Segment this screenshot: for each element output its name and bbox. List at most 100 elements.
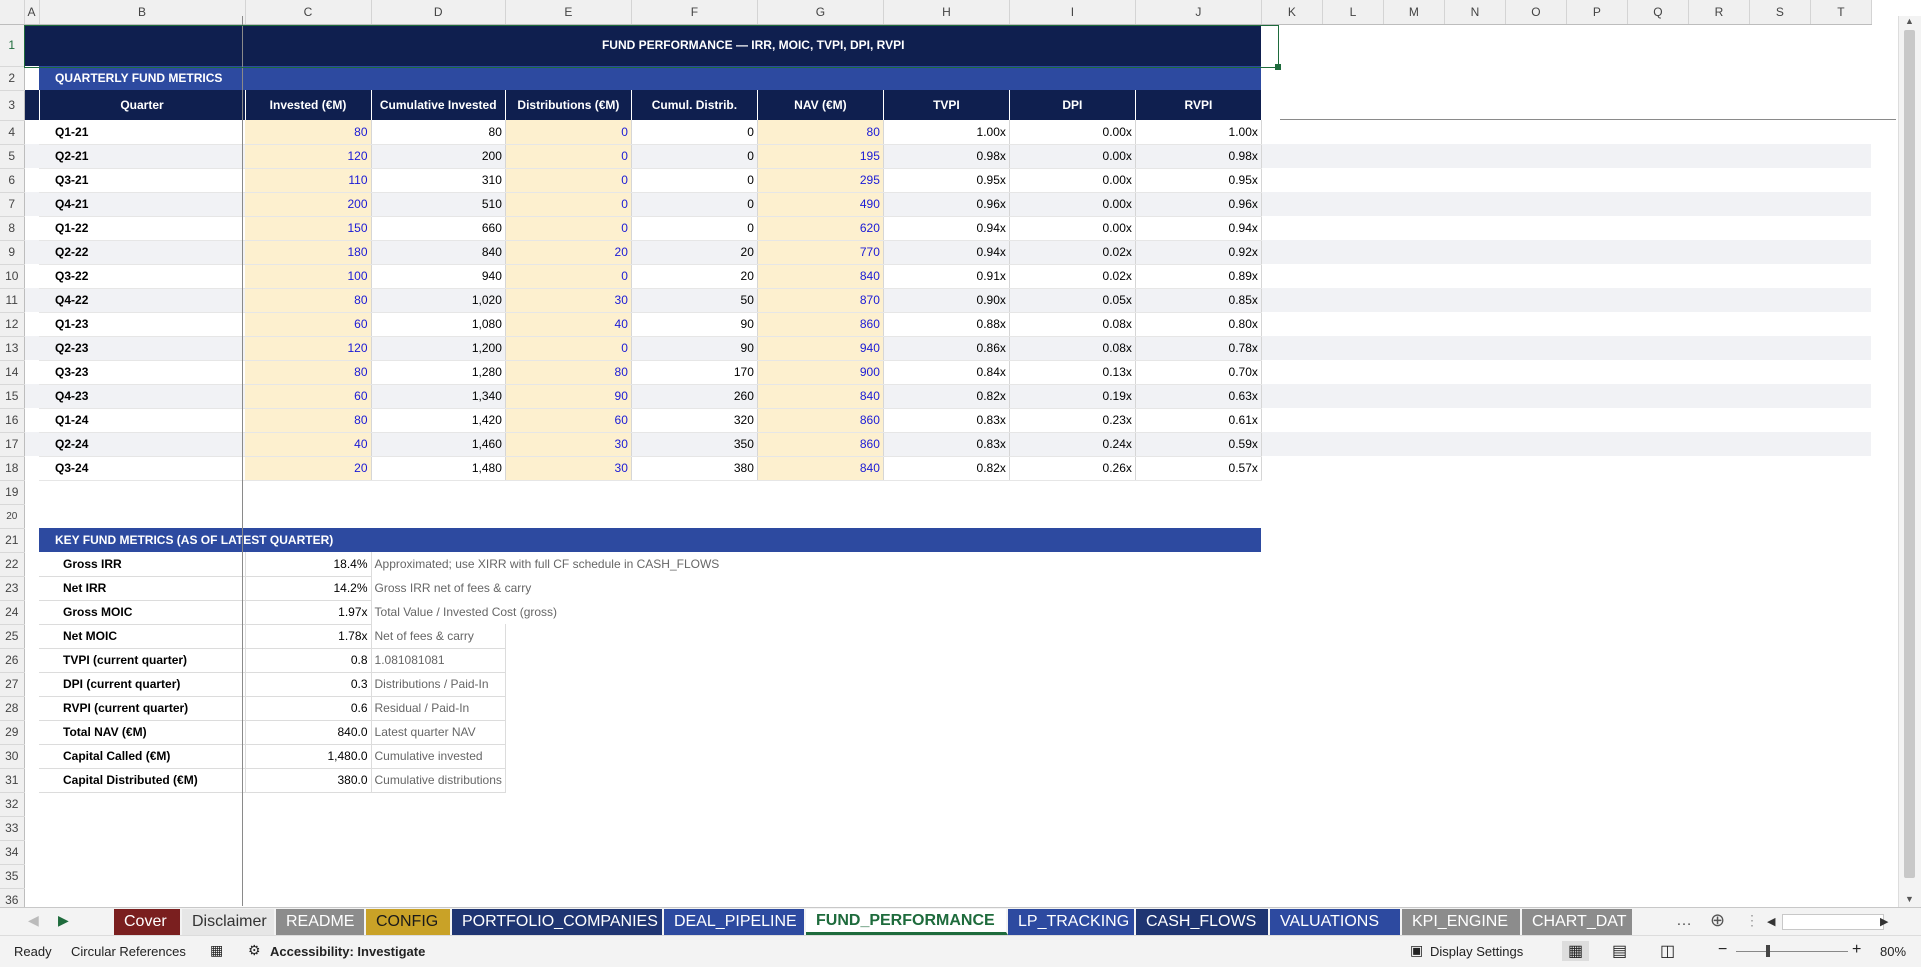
- cell[interactable]: [1261, 816, 1322, 840]
- cell[interactable]: [883, 744, 1009, 768]
- data-cell[interactable]: 0: [505, 192, 632, 217]
- data-cell[interactable]: 1,340: [371, 384, 506, 409]
- cell[interactable]: [1505, 840, 1566, 864]
- data-cell[interactable]: 20: [631, 240, 758, 265]
- data-cell[interactable]: 310: [371, 168, 506, 193]
- data-cell[interactable]: 0.57x: [1135, 456, 1262, 481]
- metric-note[interactable]: Approximated; use XIRR with full CF sche…: [371, 552, 883, 576]
- cell[interactable]: [1749, 744, 1810, 768]
- data-cell[interactable]: 0: [505, 216, 632, 241]
- cell[interactable]: [1688, 504, 1749, 528]
- tab-config[interactable]: CONFIG: [366, 909, 452, 935]
- cell[interactable]: [757, 744, 883, 768]
- cell[interactable]: [1505, 432, 1566, 456]
- cell[interactable]: [371, 504, 505, 528]
- cell[interactable]: [1749, 456, 1810, 480]
- table-header[interactable]: RVPI: [1135, 90, 1262, 120]
- table-header[interactable]: Distributions (€M): [505, 90, 632, 120]
- cell[interactable]: [883, 672, 1009, 696]
- data-cell[interactable]: 0.00x: [1009, 192, 1136, 217]
- cell[interactable]: [757, 864, 883, 888]
- cell[interactable]: [1383, 624, 1444, 648]
- cell[interactable]: [24, 264, 39, 288]
- cell[interactable]: [1383, 888, 1444, 907]
- data-cell[interactable]: 0.95x: [883, 168, 1010, 193]
- tab-cover[interactable]: Cover: [114, 909, 182, 935]
- cell[interactable]: [1566, 720, 1627, 744]
- quarter-label[interactable]: Q1-22: [39, 216, 246, 241]
- cell[interactable]: [1627, 408, 1688, 432]
- cell[interactable]: [1810, 840, 1871, 864]
- cell[interactable]: [1566, 288, 1627, 312]
- data-cell[interactable]: 0.00x: [1009, 120, 1136, 145]
- cell[interactable]: [1261, 168, 1322, 192]
- data-cell[interactable]: 80: [245, 360, 372, 385]
- cell[interactable]: [1322, 864, 1383, 888]
- data-cell[interactable]: 0.13x: [1009, 360, 1136, 385]
- metric-label[interactable]: RVPI (current quarter): [39, 696, 246, 721]
- cell[interactable]: [24, 66, 39, 90]
- row-header[interactable]: 8: [0, 216, 25, 241]
- cell[interactable]: [1444, 720, 1505, 744]
- row-header[interactable]: 17: [0, 432, 25, 457]
- cell[interactable]: [1505, 600, 1566, 624]
- metric-value[interactable]: 0.6: [245, 696, 372, 721]
- cell[interactable]: [371, 792, 505, 816]
- row-header[interactable]: 14: [0, 360, 25, 385]
- cell[interactable]: [1009, 768, 1135, 792]
- cell[interactable]: [1505, 480, 1566, 504]
- cell[interactable]: [757, 696, 883, 720]
- cell[interactable]: [1009, 744, 1135, 768]
- cell[interactable]: [1749, 192, 1810, 216]
- cell[interactable]: [1688, 648, 1749, 672]
- data-cell[interactable]: 490: [757, 192, 884, 217]
- cell[interactable]: [1009, 600, 1135, 624]
- cell[interactable]: [1749, 360, 1810, 384]
- column-header[interactable]: B: [39, 0, 246, 25]
- row-header[interactable]: 22: [0, 552, 25, 577]
- data-cell[interactable]: 0: [631, 120, 758, 145]
- cell[interactable]: [1566, 384, 1627, 408]
- cell[interactable]: [505, 888, 631, 907]
- data-cell[interactable]: 195: [757, 144, 884, 169]
- cell[interactable]: [1810, 240, 1871, 264]
- cell[interactable]: [1627, 480, 1688, 504]
- cell[interactable]: [1444, 504, 1505, 528]
- cell[interactable]: [1322, 888, 1383, 907]
- cell[interactable]: [1688, 792, 1749, 816]
- cell[interactable]: [1444, 24, 1505, 66]
- cell[interactable]: [1261, 192, 1322, 216]
- cell[interactable]: [883, 480, 1009, 504]
- cell[interactable]: [1627, 456, 1688, 480]
- cell[interactable]: [1383, 360, 1444, 384]
- zoom-slider[interactable]: [1736, 951, 1848, 952]
- cell[interactable]: [631, 672, 757, 696]
- data-cell[interactable]: 80: [757, 120, 884, 145]
- data-cell[interactable]: 510: [371, 192, 506, 217]
- cell[interactable]: [1135, 888, 1261, 907]
- cell[interactable]: [1505, 552, 1566, 576]
- quarter-label[interactable]: Q1-24: [39, 408, 246, 433]
- data-cell[interactable]: 0.98x: [883, 144, 1010, 169]
- cell[interactable]: [1322, 312, 1383, 336]
- spreadsheet-grid[interactable]: A B C D E F G H I J K L M N O P Q R S T 1 FUND PERFORMANCE — …: [0, 0, 1921, 907]
- cell[interactable]: [1627, 720, 1688, 744]
- cell[interactable]: [1688, 24, 1749, 66]
- cell[interactable]: [1505, 792, 1566, 816]
- scrollbar-thumb[interactable]: [1904, 30, 1915, 878]
- data-cell[interactable]: 0.90x: [883, 288, 1010, 313]
- cell[interactable]: [24, 504, 39, 528]
- cell[interactable]: [1383, 600, 1444, 624]
- metric-note[interactable]: 1.081081081: [371, 648, 506, 673]
- cell[interactable]: [1505, 696, 1566, 720]
- cell[interactable]: [24, 120, 39, 144]
- cell[interactable]: [1505, 168, 1566, 192]
- cell[interactable]: [1627, 552, 1688, 576]
- row-header[interactable]: 4: [0, 120, 25, 145]
- data-cell[interactable]: 0.59x: [1135, 432, 1262, 457]
- cell[interactable]: [24, 336, 39, 360]
- cell[interactable]: [1135, 552, 1261, 576]
- data-cell[interactable]: 0.00x: [1009, 168, 1136, 193]
- data-cell[interactable]: 940: [757, 336, 884, 361]
- cell[interactable]: [1322, 648, 1383, 672]
